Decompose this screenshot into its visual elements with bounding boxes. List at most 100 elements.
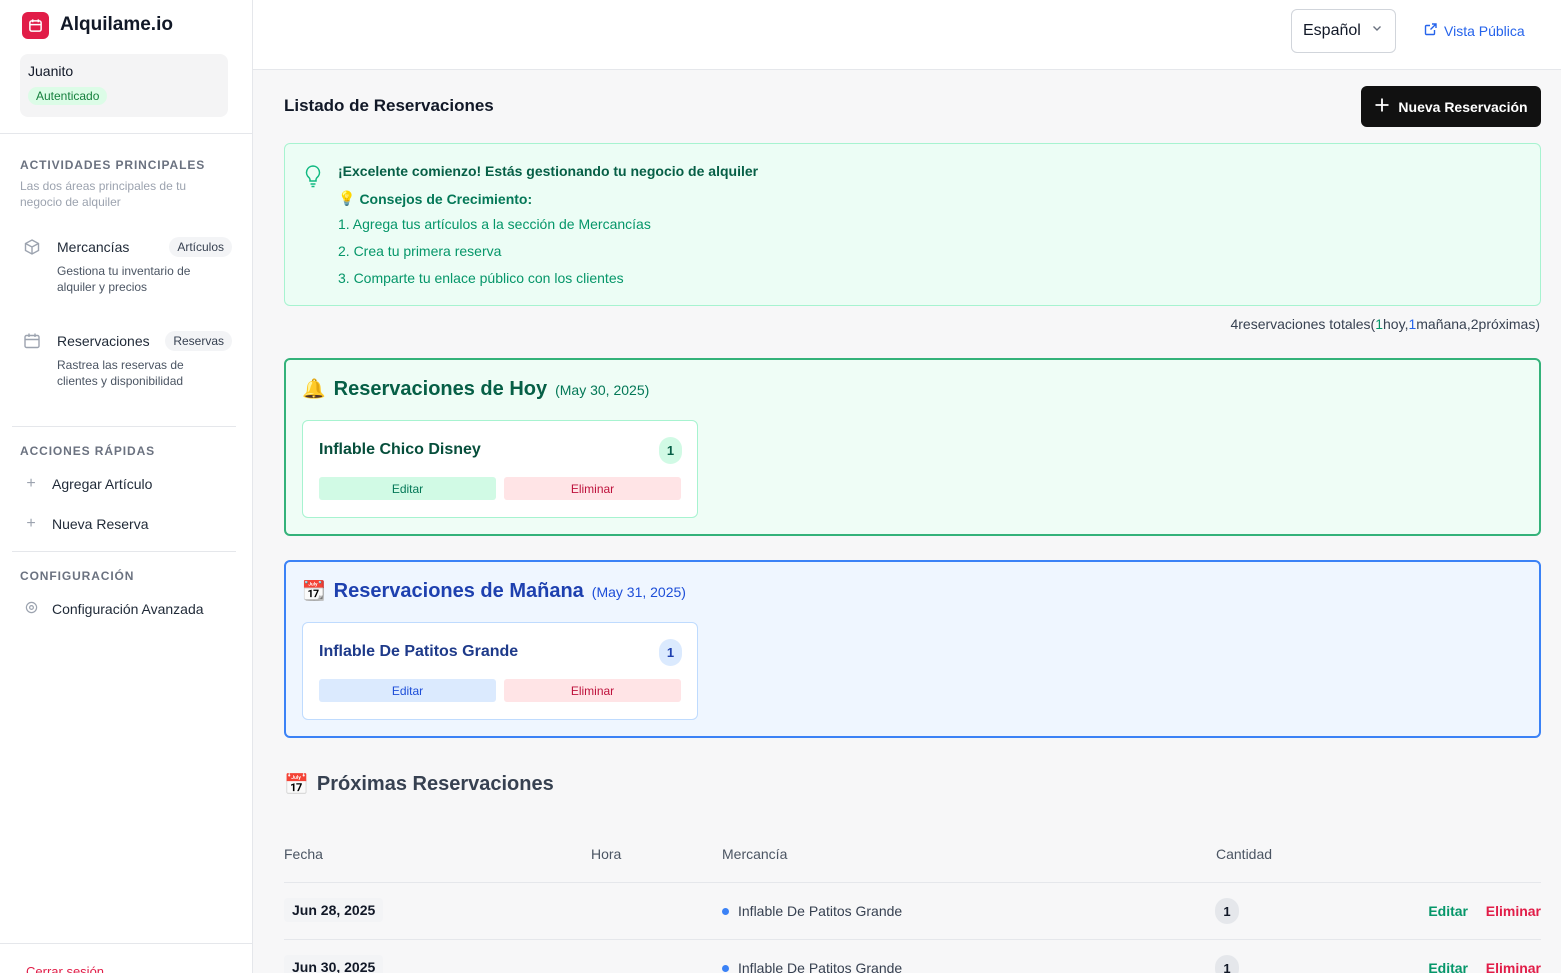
plus-icon: + [26, 475, 36, 492]
summary-today-count: 1 [1375, 316, 1384, 332]
edit-button[interactable]: Editar [319, 679, 496, 702]
auth-status-badge: Autenticado [28, 87, 108, 105]
status-dot [722, 964, 729, 972]
plus-icon [1374, 97, 1390, 116]
table-row: Jun 30, 2025 Inflable De Patitos Grande … [284, 940, 1541, 973]
delete-button[interactable]: Eliminar [504, 477, 681, 500]
table-row: Jun 28, 2025 Inflable De Patitos Grande … [284, 883, 1541, 940]
tomorrow-section-header: 📆 Reservaciones de Mañana (May 31, 2025) [302, 579, 686, 603]
summary-upcoming-count: 2 [1470, 316, 1479, 332]
reservations-summary: 4reservaciones totales(1hoy,1mañana,2pró… [1230, 316, 1540, 332]
summary-total-label: reservaciones totales [1238, 316, 1371, 332]
sidebar-divider [0, 943, 252, 944]
reservation-item-name: Inflable De Patitos Grande [319, 643, 519, 660]
today-section-header: 🔔 Reservaciones de Hoy (May 30, 2025) [302, 377, 649, 401]
tomorrow-section-title: Reservaciones de Mañana [333, 580, 584, 602]
row-merchandise-name: Inflable De Patitos Grande [738, 960, 903, 973]
sidebar-item-reservaciones[interactable]: Reservaciones Reservas Rastrea las reser… [22, 329, 232, 389]
edit-button[interactable]: Editar [319, 477, 496, 500]
new-booking-link[interactable]: + Nueva Reserva [24, 515, 149, 533]
sidebar-item-label: Mercancías [57, 239, 130, 255]
row-quantity: 1 [1215, 898, 1239, 924]
row-date: Jun 30, 2025 [284, 955, 384, 973]
sidebar-divider [0, 133, 252, 134]
sidebar-divider [12, 426, 236, 427]
external-link-icon [1424, 22, 1438, 39]
user-name: Juanito [28, 63, 74, 79]
quantity-badge: 1 [659, 639, 682, 666]
row-quantity: 1 [1215, 955, 1239, 973]
growth-tips-panel: ¡Excelente comienzo! Estás gestionando t… [284, 143, 1541, 306]
column-header-date[interactable]: Fecha [284, 846, 323, 862]
sidebar-item-badge: Artículos [169, 237, 232, 257]
new-reservation-label: Nueva Reservación [1398, 98, 1528, 115]
row-delete-link[interactable]: Eliminar [1486, 903, 1541, 919]
calendar-logo-icon [22, 11, 49, 39]
calendar-emoji-icon: 📆 [302, 581, 326, 602]
reservation-card: Inflable Chico Disney 1 Editar Eliminar [302, 420, 698, 518]
tip-item: 2. Crea tu primera reserva [338, 243, 502, 259]
add-article-label: Agregar Artículo [52, 476, 153, 492]
tips-subtitle: 💡 Consejos de Crecimiento: [338, 190, 532, 207]
tips-subtitle-text: Consejos de Crecimiento: [359, 190, 533, 207]
summary-tomorrow-label: mañana [1416, 316, 1467, 332]
language-value: Español [1303, 22, 1361, 39]
public-view-label: Vista Pública [1444, 22, 1525, 39]
quick-actions-heading: ACCIONES RÁPIDAS [20, 444, 156, 458]
today-section-date: (May 30, 2025) [555, 382, 650, 398]
public-view-link[interactable]: Vista Pública [1424, 22, 1525, 39]
tips-title: ¡Excelente comienzo! Estás gestionando t… [338, 163, 759, 179]
tomorrow-section-date: (May 31, 2025) [591, 584, 686, 600]
configuration-heading: CONFIGURACIÓN [20, 569, 135, 583]
row-delete-link[interactable]: Eliminar [1486, 960, 1541, 973]
today-section-title: Reservaciones de Hoy [333, 378, 548, 400]
upcoming-section-title: Próximas Reservaciones [316, 773, 554, 795]
row-merchandise-name: Inflable De Patitos Grande [738, 903, 903, 919]
delete-button[interactable]: Eliminar [504, 679, 681, 702]
upcoming-section-header: 📅 Próximas Reservaciones [284, 772, 554, 797]
chevron-down-icon [1371, 21, 1383, 39]
add-article-link[interactable]: + Agregar Artículo [24, 475, 153, 493]
summary-today-label: hoy [1383, 316, 1405, 332]
sidebar: Alquilame.io Juanito Autenticado ACTIVID… [0, 0, 253, 973]
box-icon [22, 237, 42, 257]
summary-upcoming-label: próximas [1478, 316, 1536, 332]
sidebar-item-label: Reservaciones [57, 333, 150, 349]
app-name: Alquilame.io [60, 14, 173, 35]
reservation-item-name: Inflable Chico Disney [319, 441, 481, 458]
column-header-merchandise[interactable]: Mercancía [722, 846, 787, 862]
advanced-config-label: Configuración Avanzada [52, 601, 204, 617]
brand[interactable]: Alquilame.io [22, 11, 173, 39]
language-select[interactable]: Español [1291, 9, 1396, 53]
page-title: Listado de Reservaciones [284, 96, 494, 115]
new-booking-label: Nueva Reserva [52, 516, 149, 532]
status-dot [722, 907, 729, 915]
column-header-quantity[interactable]: Cantidad [1216, 846, 1272, 862]
main-activities-subtitle: Las dos áreas principales de tu negocio … [20, 179, 187, 209]
sidebar-divider [12, 551, 236, 552]
sidebar-item-description: Gestiona tu inventario de alquiler y pre… [57, 264, 191, 294]
gear-icon [24, 601, 38, 617]
row-edit-link[interactable]: Editar [1428, 960, 1468, 973]
sidebar-item-description: Rastrea las reservas de clientes y dispo… [57, 358, 184, 388]
tip-item: 1. Agrega tus artículos a la sección de … [338, 216, 651, 232]
sidebar-item-badge: Reservas [165, 331, 232, 351]
column-header-time[interactable]: Hora [591, 846, 621, 862]
today-reservations-section: 🔔 Reservaciones de Hoy (May 30, 2025) In… [284, 358, 1541, 536]
main-activities-heading: ACTIVIDADES PRINCIPALES [20, 158, 206, 172]
quantity-badge: 1 [659, 437, 682, 464]
advanced-config-link[interactable]: Configuración Avanzada [24, 601, 204, 617]
plus-icon: + [26, 515, 36, 532]
lightbulb-icon [303, 164, 323, 193]
row-edit-link[interactable]: Editar [1428, 903, 1468, 919]
row-merchandise: Inflable De Patitos Grande [722, 960, 902, 973]
logout-link[interactable]: Cerrar sesión [26, 964, 104, 973]
user-card: Juanito Autenticado [20, 54, 228, 117]
row-merchandise: Inflable De Patitos Grande [722, 903, 902, 919]
tomorrow-reservations-section: 📆 Reservaciones de Mañana (May 31, 2025)… [284, 560, 1541, 738]
reservation-card: Inflable De Patitos Grande 1 Editar Elim… [302, 622, 698, 720]
lightbulb-emoji-icon: 💡 [338, 190, 356, 206]
calendar-emoji-icon: 📅 [284, 774, 309, 796]
sidebar-item-mercancias[interactable]: Mercancías Artículos Gestiona tu inventa… [22, 235, 232, 295]
new-reservation-button[interactable]: Nueva Reservación [1361, 86, 1541, 127]
